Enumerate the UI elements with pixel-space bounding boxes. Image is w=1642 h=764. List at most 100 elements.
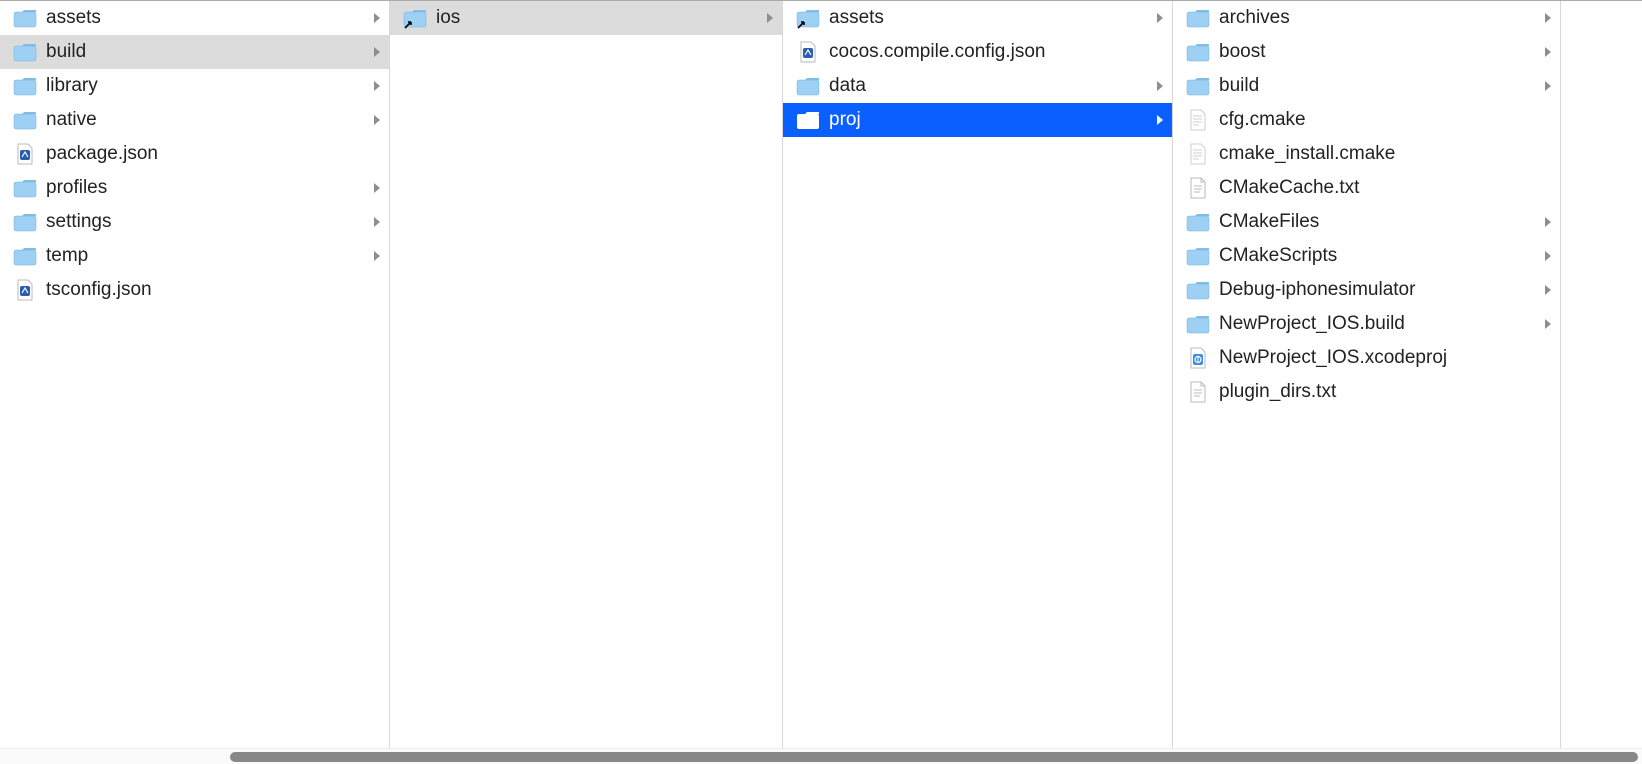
file-item[interactable]: data [783, 69, 1172, 103]
file-item[interactable]: CMakeScripts [1173, 239, 1560, 273]
file-item[interactable]: ios [390, 1, 782, 35]
chevron-right-icon [1544, 216, 1554, 228]
file-label: cocos.compile.config.json [829, 41, 1166, 63]
file-label: plugin_dirs.txt [1219, 381, 1554, 403]
folder-icon [12, 243, 38, 269]
folder-icon [1185, 5, 1211, 31]
file-item[interactable]: Debug-iphonesimulator [1173, 273, 1560, 307]
folder-icon [1185, 39, 1211, 65]
textfile-icon [1185, 107, 1211, 133]
file-label: settings [46, 211, 365, 233]
file-label: CMakeCache.txt [1219, 177, 1554, 199]
folder-icon [12, 209, 38, 235]
chevron-right-icon [1544, 284, 1554, 296]
chevron-right-icon [373, 46, 383, 58]
file-label: build [46, 41, 365, 63]
file-label: package.json [46, 143, 383, 165]
file-item[interactable]: temp [0, 239, 389, 273]
file-label: data [829, 75, 1148, 97]
file-item[interactable]: CMakeCache.txt [1173, 171, 1560, 205]
file-label: NewProject_IOS.build [1219, 313, 1536, 335]
file-item[interactable]: cmake_install.cmake [1173, 137, 1560, 171]
finder-columns: assets build library native package.json… [0, 1, 1642, 748]
file-label: CMakeFiles [1219, 211, 1536, 233]
xcfile-icon [12, 141, 38, 167]
file-label: cfg.cmake [1219, 109, 1554, 131]
folder-icon [12, 39, 38, 65]
file-label: CMakeScripts [1219, 245, 1536, 267]
textfile-icon [1185, 141, 1211, 167]
chevron-right-icon [1544, 46, 1554, 58]
chevron-right-icon [1544, 80, 1554, 92]
column-0[interactable]: assets build library native package.json… [0, 1, 390, 748]
folder-icon [795, 73, 821, 99]
file-label: cmake_install.cmake [1219, 143, 1554, 165]
folder-icon [1185, 209, 1211, 235]
xcfile-icon [795, 39, 821, 65]
chevron-right-icon [373, 216, 383, 228]
chevron-right-icon [1156, 12, 1166, 24]
column-2[interactable]: assets cocos.compile.config.json data pr… [783, 1, 1173, 748]
file-label: assets [829, 7, 1148, 29]
file-label: library [46, 75, 365, 97]
file-item[interactable]: NewProject_IOS.build [1173, 307, 1560, 341]
file-item[interactable]: native [0, 103, 389, 137]
file-label: tsconfig.json [46, 279, 383, 301]
folder-icon [12, 175, 38, 201]
file-item[interactable]: build [1173, 69, 1560, 103]
file-label: temp [46, 245, 365, 267]
folder-icon [1185, 73, 1211, 99]
chevron-right-icon [373, 80, 383, 92]
chevron-right-icon [1544, 318, 1554, 330]
folder-alias-icon [795, 5, 821, 31]
file-item[interactable]: build [0, 35, 389, 69]
chevron-right-icon [373, 114, 383, 126]
folder-icon [795, 107, 821, 133]
file-item[interactable]: assets [783, 1, 1172, 35]
file-label: native [46, 109, 365, 131]
column-3[interactable]: archives boost build cfg.cmake cmake_ins… [1173, 1, 1561, 748]
folder-icon [1185, 277, 1211, 303]
docfile-icon [1185, 175, 1211, 201]
file-item[interactable]: archives [1173, 1, 1560, 35]
file-item[interactable]: cocos.compile.config.json [783, 35, 1172, 69]
file-label: NewProject_IOS.xcodeproj [1219, 347, 1554, 369]
file-label: archives [1219, 7, 1536, 29]
chevron-right-icon [373, 182, 383, 194]
horizontal-scrollbar[interactable] [0, 748, 1642, 764]
file-label: proj [829, 109, 1148, 131]
file-label: Debug-iphonesimulator [1219, 279, 1536, 301]
folder-icon [1185, 243, 1211, 269]
folder-icon [12, 107, 38, 133]
file-item[interactable]: cfg.cmake [1173, 103, 1560, 137]
scrollbar-thumb[interactable] [230, 752, 1638, 762]
file-item[interactable]: package.json [0, 137, 389, 171]
xcodeproj-icon [1185, 345, 1211, 371]
chevron-right-icon [373, 12, 383, 24]
file-label: boost [1219, 41, 1536, 63]
column-1[interactable]: ios [390, 1, 783, 748]
file-item[interactable]: library [0, 69, 389, 103]
chevron-right-icon [373, 250, 383, 262]
file-item[interactable]: settings [0, 205, 389, 239]
docfile-icon [1185, 379, 1211, 405]
file-item[interactable]: tsconfig.json [0, 273, 389, 307]
file-label: assets [46, 7, 365, 29]
file-item[interactable]: boost [1173, 35, 1560, 69]
file-label: profiles [46, 177, 365, 199]
file-item[interactable]: proj [783, 103, 1172, 137]
file-label: build [1219, 75, 1536, 97]
xcfile-icon [12, 277, 38, 303]
file-item[interactable]: assets [0, 1, 389, 35]
folder-icon [1185, 311, 1211, 337]
folder-icon [12, 73, 38, 99]
file-item[interactable]: profiles [0, 171, 389, 205]
file-item[interactable]: CMakeFiles [1173, 205, 1560, 239]
file-label: ios [436, 7, 758, 29]
chevron-right-icon [1544, 12, 1554, 24]
file-item[interactable]: NewProject_IOS.xcodeproj [1173, 341, 1560, 375]
file-item[interactable]: plugin_dirs.txt [1173, 375, 1560, 409]
chevron-right-icon [766, 12, 776, 24]
folder-alias-icon [402, 5, 428, 31]
chevron-right-icon [1544, 250, 1554, 262]
